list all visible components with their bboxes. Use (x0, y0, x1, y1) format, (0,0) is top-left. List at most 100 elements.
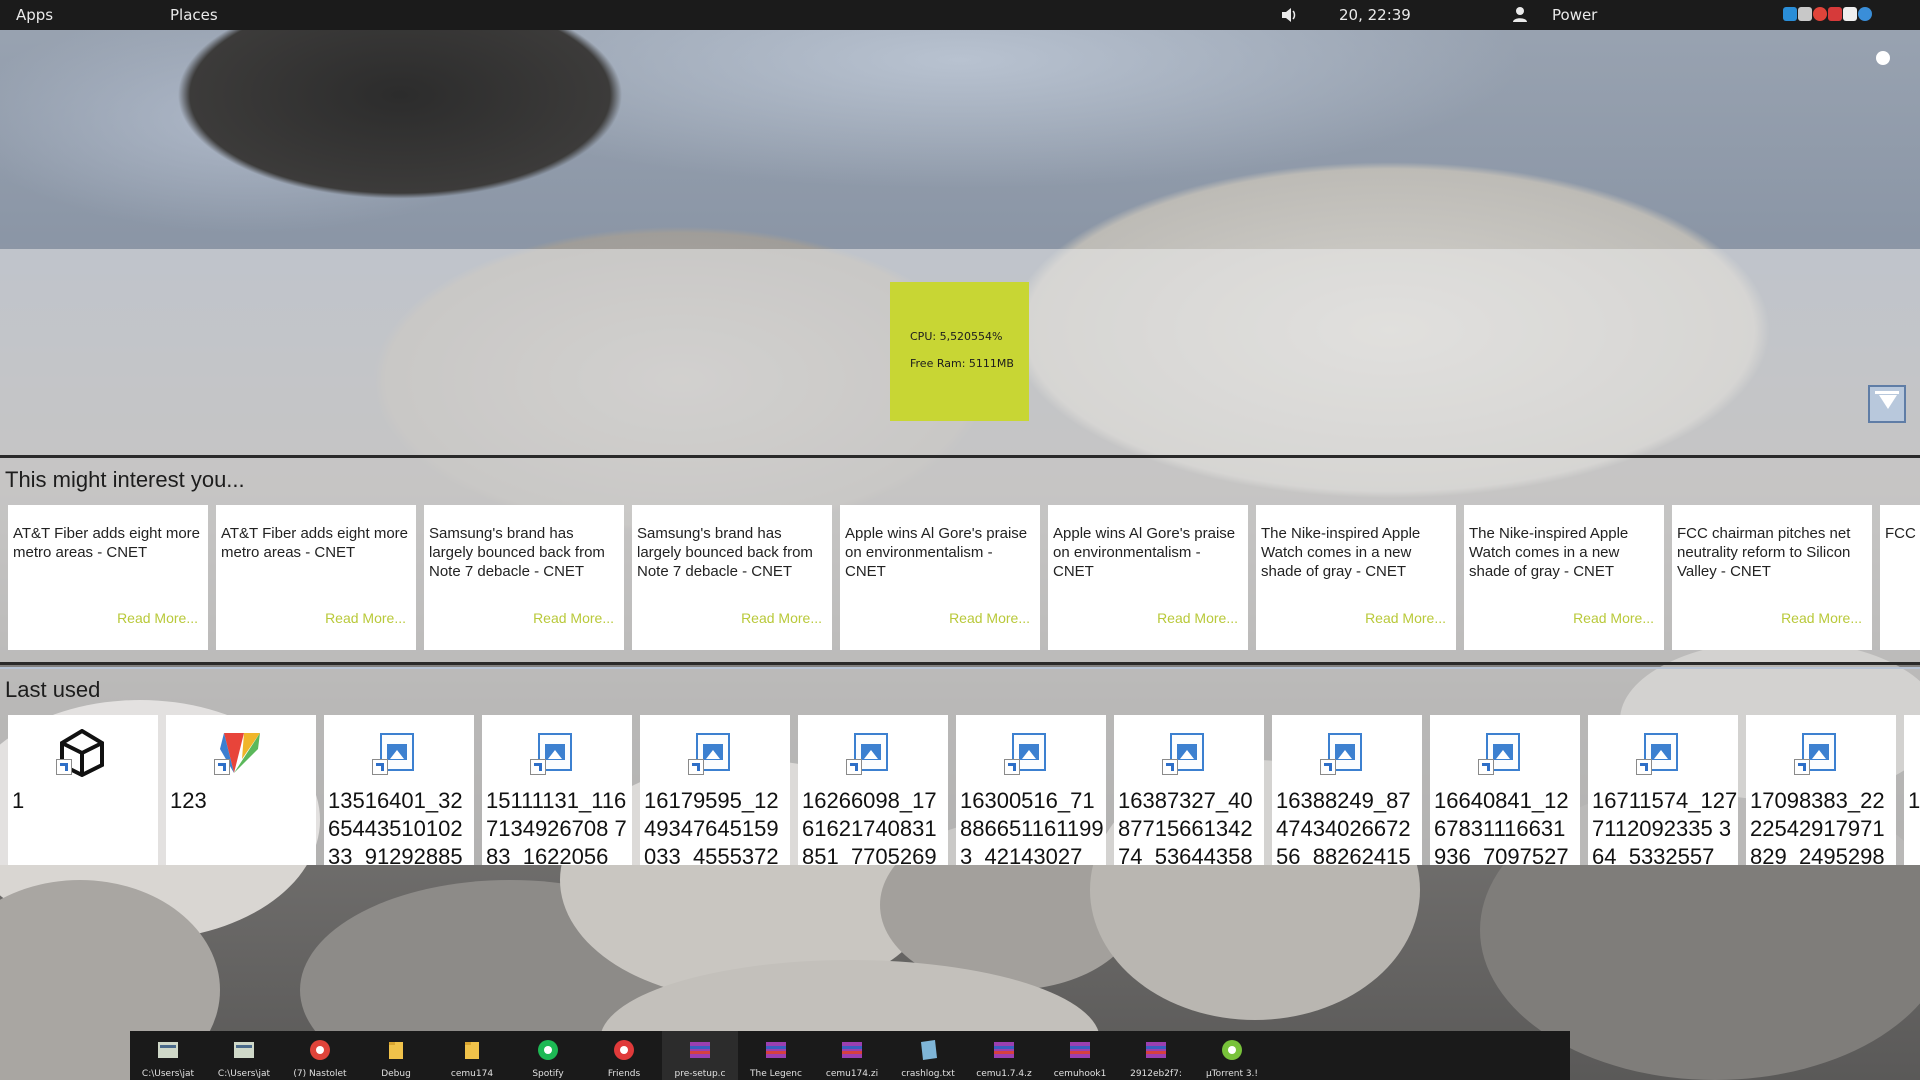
read-more-link[interactable]: Read More... (1573, 609, 1654, 628)
tray-app-icon[interactable] (1783, 7, 1797, 21)
shortcut-arrow-icon (530, 759, 546, 775)
power-menu[interactable]: Power (1552, 0, 1597, 30)
recent-item[interactable]: 16300516_718866511611993_42143027 (956, 715, 1106, 865)
shortcut-arrow-icon (1794, 759, 1810, 775)
recent-item[interactable]: 16640841_1267831116631 936_7097527 (1430, 715, 1580, 865)
image-file-icon (1794, 729, 1846, 777)
read-more-link[interactable]: Read More... (1157, 609, 1238, 628)
read-more-link[interactable]: Read More... (1781, 609, 1862, 628)
news-headline: Samsung's brand has largely bounced back… (637, 525, 813, 580)
news-headline: AT&T Fiber adds eight more metro areas -… (13, 525, 201, 561)
taskbar-item-label: cemu174 (450, 1069, 494, 1079)
recent-item[interactable]: 1 9 (1904, 715, 1920, 865)
read-more-link[interactable]: Read More... (1365, 609, 1446, 628)
folder-icon (384, 1039, 408, 1061)
recent-item[interactable]: 16266098_1761621740831 851_7705269 (798, 715, 948, 865)
spotify-icon (536, 1039, 560, 1061)
tray-cloud-icon[interactable] (1798, 7, 1812, 21)
taskbar-item[interactable]: (7) Nastolet (282, 1031, 358, 1080)
recent-item[interactable]: 15111131_1167134926708 783_1622056 (482, 715, 632, 865)
read-more-link[interactable]: Read More... (533, 609, 614, 628)
read-more-link[interactable]: Read More... (117, 609, 198, 628)
taskbar-item[interactable]: pre-setup.c (662, 1031, 738, 1080)
taskbar-item[interactable]: crashlog.txt (890, 1031, 966, 1080)
news-card[interactable]: The Nike-inspired Apple Watch comes in a… (1464, 505, 1664, 650)
news-card[interactable]: Samsung's brand has largely bounced back… (632, 505, 832, 650)
winrar-icon (688, 1039, 712, 1061)
recent-item[interactable]: 1 (8, 715, 158, 865)
taskbar-item-label: cemu1.7.4.z (976, 1069, 1032, 1079)
cpu-usage: CPU: 5,520554% (910, 330, 1003, 343)
folder-icon (460, 1039, 484, 1061)
news-card[interactable]: FCC c neutr Valle (1880, 505, 1920, 650)
shortcut-arrow-icon (1478, 759, 1494, 775)
news-card[interactable]: FCC chairman pitches net neutrality refo… (1672, 505, 1872, 650)
taskbar-item[interactable]: C:\Users\jat (130, 1031, 206, 1080)
read-more-link[interactable]: Read More... (741, 609, 822, 628)
taskbar-item[interactable]: cemuhook1 (1042, 1031, 1118, 1080)
news-headline: Apple wins Al Gore's praise on environme… (845, 525, 1028, 580)
tray-blue-app-icon[interactable] (1858, 7, 1872, 21)
taskbar-item[interactable]: C:\Users\jat (206, 1031, 282, 1080)
recent-item[interactable]: 16388249_874743402667256_88262415 (1272, 715, 1422, 865)
apps-menu[interactable]: Apps (16, 0, 53, 30)
recent-item[interactable]: 13516401_3265443510102 33_91292885 (324, 715, 474, 865)
image-file-icon (846, 729, 898, 777)
explorer-icon (232, 1039, 256, 1061)
taskbar-item-label: 2912eb2f7: (1130, 1069, 1182, 1079)
news-card[interactable]: AT&T Fiber adds eight more metro areas -… (216, 505, 416, 650)
image-file-icon (1162, 729, 1214, 777)
user-icon[interactable] (1511, 0, 1531, 30)
news-card[interactable]: The Nike-inspired Apple Watch comes in a… (1256, 505, 1456, 650)
news-card[interactable]: AT&T Fiber adds eight more metro areas -… (8, 505, 208, 650)
image-file-icon (372, 729, 424, 777)
shortcut-arrow-icon (846, 759, 862, 775)
taskbar-item-label: pre-setup.c (674, 1069, 726, 1079)
news-list: AT&T Fiber adds eight more metro areas -… (8, 505, 1920, 650)
taskbar-item[interactable]: Friends (586, 1031, 662, 1080)
utorrent-icon (1220, 1039, 1244, 1061)
clock[interactable]: 20, 22:39 (1339, 0, 1411, 30)
places-menu[interactable]: Places (170, 0, 218, 30)
read-more-link[interactable]: Read More... (325, 609, 406, 628)
recent-item-label: 1 (12, 788, 25, 813)
speaker-icon[interactable] (1280, 0, 1300, 30)
news-card[interactable]: Apple wins Al Gore's praise on environme… (840, 505, 1040, 650)
recent-item-label: 16266098_1761621740831 851_7705269 (802, 788, 937, 865)
image-file-icon (1004, 729, 1056, 777)
news-card[interactable]: Samsung's brand has largely bounced back… (424, 505, 624, 650)
unity-icon (56, 728, 108, 778)
shortcut-arrow-icon (1004, 759, 1020, 775)
read-more-link[interactable]: Read More... (949, 609, 1030, 628)
tray-red-app-icon[interactable] (1828, 7, 1842, 21)
recent-item[interactable]: 16179595_1249347645159 033_4555372 (640, 715, 790, 865)
taskbar-item[interactable]: cemu1.7.4.z (966, 1031, 1042, 1080)
news-card[interactable]: Apple wins Al Gore's praise on environme… (1048, 505, 1248, 650)
winrar-icon (1144, 1039, 1168, 1061)
tray-white-app-icon[interactable] (1843, 7, 1857, 21)
taskbar-item[interactable]: The Legenc (738, 1031, 814, 1080)
taskbar-item[interactable]: Spotify (510, 1031, 586, 1080)
taskbar-item[interactable]: µTorrent 3.! (1194, 1031, 1270, 1080)
system-monitor-widget[interactable]: CPU: 5,520554% Free Ram: 5111MB (890, 282, 1029, 421)
recent-item[interactable]: 16387327_408771566134274_53644358 (1114, 715, 1264, 865)
taskbar-item[interactable]: Debug (358, 1031, 434, 1080)
taskbar-item[interactable]: cemu174 (434, 1031, 510, 1080)
taskbar-item-label: cemuhook1 (1053, 1069, 1107, 1079)
recent-item[interactable]: 123 (166, 715, 316, 865)
status-dot-icon[interactable] (1876, 51, 1890, 65)
last-used-list: 1 123 13516401_3265443510102 33_91292885… (8, 715, 1920, 865)
tray-chrome-icon[interactable] (1813, 7, 1827, 21)
news-section-title: This might interest you... (5, 467, 245, 492)
taskbar-item-label: (7) Nastolet (293, 1069, 347, 1079)
taskbar-item-label: The Legenc (750, 1069, 802, 1079)
image-file-icon (1320, 729, 1372, 777)
recent-item[interactable]: 16711574_1277112092335 364_5332557 (1588, 715, 1738, 865)
scroll-down-button[interactable] (1868, 385, 1906, 423)
recent-item-label: 16711574_1277112092335 364_5332557 (1592, 788, 1738, 865)
recent-item[interactable]: 17098383_2222542917971 829_2495298 (1746, 715, 1896, 865)
taskbar-item[interactable]: 2912eb2f7: (1118, 1031, 1194, 1080)
recent-item-label: 123 (170, 788, 207, 813)
winrar-icon (992, 1039, 1016, 1061)
taskbar-item[interactable]: cemu174.zi (814, 1031, 890, 1080)
